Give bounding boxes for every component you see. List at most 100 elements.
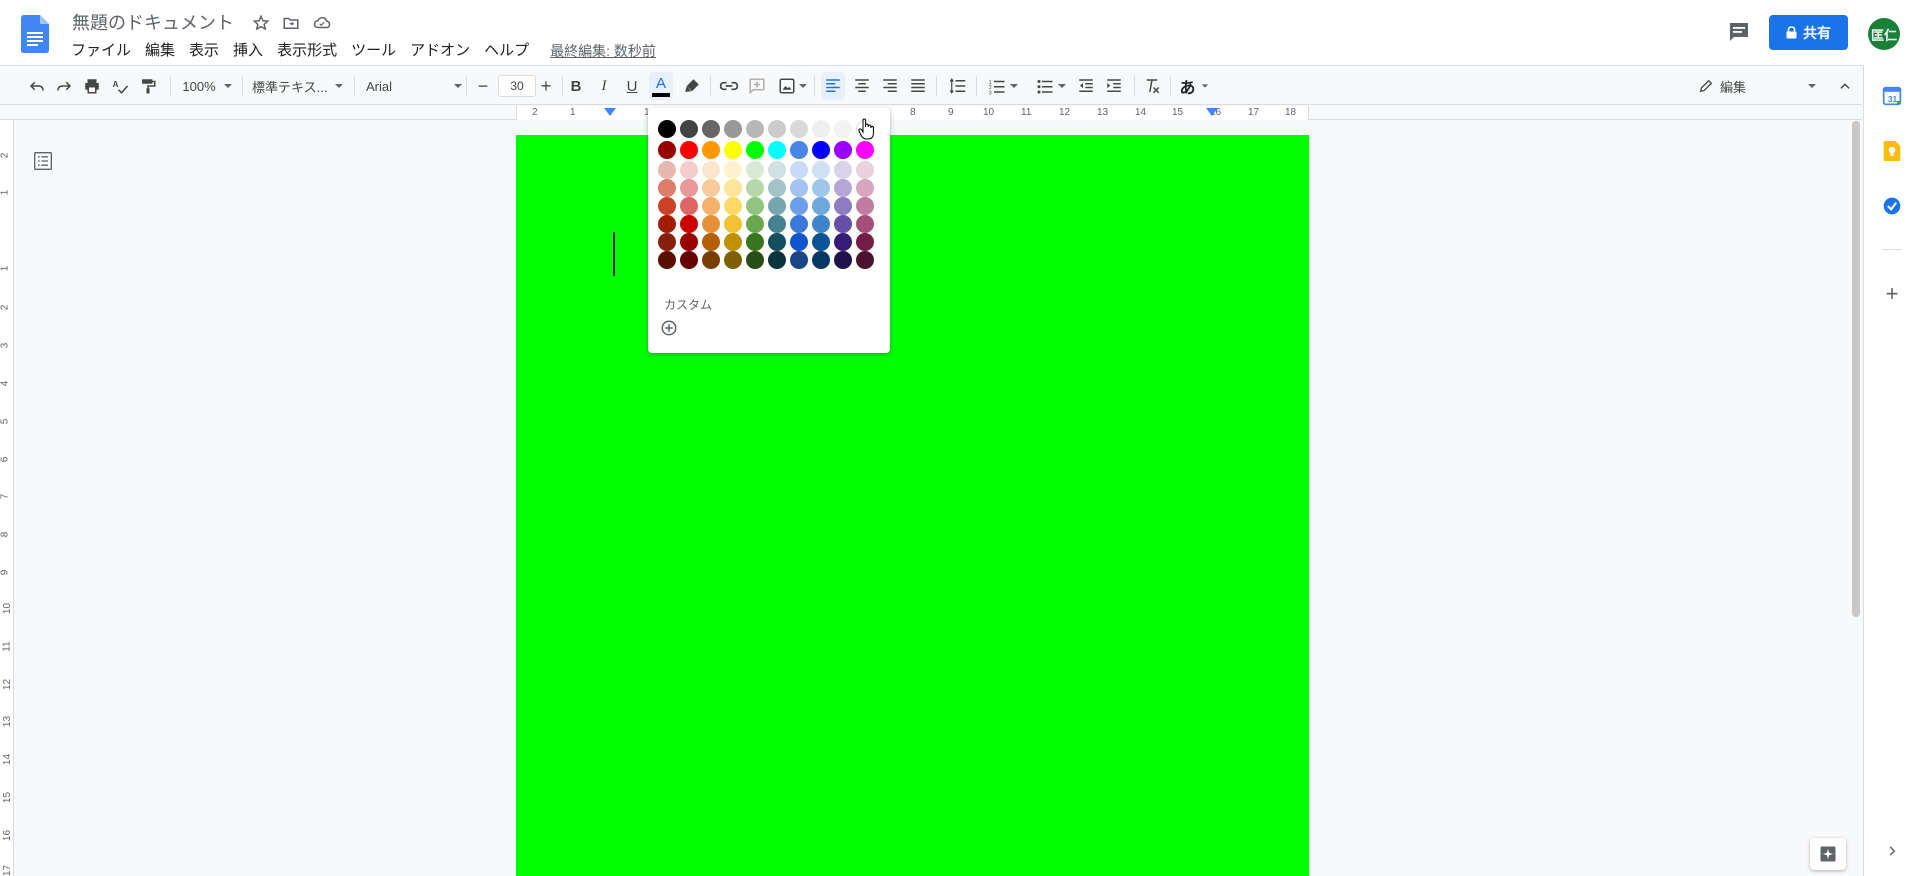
bold-button[interactable]: B [565,72,587,100]
color-swatch[interactable] [724,141,742,159]
color-swatch[interactable] [790,233,808,251]
keep-icon[interactable] [1881,140,1903,162]
numbered-list-icon[interactable]: 123 [984,72,1022,100]
text-color-button[interactable]: A [649,72,673,100]
color-swatch[interactable] [702,233,720,251]
color-swatch[interactable] [768,120,786,138]
add-custom-color-icon[interactable] [660,319,678,337]
color-swatch[interactable] [834,233,852,251]
color-swatch[interactable] [702,197,720,215]
color-swatch[interactable] [834,197,852,215]
color-swatch[interactable] [768,251,786,269]
color-swatch[interactable] [680,179,698,197]
menu-insert[interactable]: 挿入 [226,40,270,62]
color-swatch[interactable] [702,179,720,197]
expand-panel-icon[interactable] [1881,840,1903,862]
color-swatch[interactable] [724,161,742,179]
color-swatch[interactable] [768,233,786,251]
color-swatch[interactable] [812,251,830,269]
color-swatch[interactable] [834,251,852,269]
insert-image-icon[interactable] [776,72,808,100]
color-swatch[interactable] [768,179,786,197]
color-swatch[interactable] [724,120,742,138]
document-title[interactable]: 無題のドキュメント [72,11,234,35]
color-swatch[interactable] [856,197,874,215]
add-addon-icon[interactable]: + [1881,281,1903,306]
color-swatch[interactable] [856,215,874,233]
decrease-font-size-button[interactable]: − [472,72,494,100]
color-swatch[interactable] [790,215,808,233]
right-indent-marker-icon[interactable] [1206,108,1218,118]
align-left-icon[interactable] [821,72,845,100]
increase-indent-icon[interactable] [1102,72,1126,100]
color-swatch[interactable] [724,233,742,251]
color-swatch[interactable] [768,197,786,215]
color-swatch[interactable] [658,233,676,251]
color-swatch[interactable] [834,120,852,138]
undo-icon[interactable] [25,72,49,100]
align-center-icon[interactable] [850,72,874,100]
color-swatch[interactable] [856,161,874,179]
share-button[interactable]: 共有 [1769,15,1848,50]
color-swatch[interactable] [724,179,742,197]
explore-button[interactable] [1810,838,1846,870]
color-swatch[interactable] [658,141,676,159]
color-swatch[interactable] [702,251,720,269]
menu-format[interactable]: 表示形式 [270,40,344,62]
paragraph-style-select[interactable]: 標準テキス... [252,72,348,100]
menu-tools[interactable]: ツール [344,40,403,62]
color-swatch[interactable] [702,120,720,138]
color-swatch[interactable] [768,141,786,159]
color-swatch[interactable] [680,251,698,269]
underline-button[interactable]: U [621,72,643,100]
color-swatch[interactable] [812,120,830,138]
menu-help[interactable]: ヘルプ [477,40,536,62]
color-swatch[interactable] [746,197,764,215]
font-size-input[interactable]: 30 [498,75,536,97]
increase-font-size-button[interactable]: + [534,72,558,100]
align-justify-icon[interactable] [906,72,930,100]
last-edit-link[interactable]: 最終編集: 数秒前 [550,41,656,61]
color-swatch[interactable] [768,215,786,233]
color-swatch[interactable] [680,120,698,138]
print-icon[interactable] [80,72,104,100]
comment-history-icon[interactable] [1727,20,1751,44]
color-swatch[interactable] [790,161,808,179]
color-swatch[interactable] [680,215,698,233]
color-swatch[interactable] [790,179,808,197]
paint-format-icon[interactable] [136,72,160,100]
color-swatch[interactable] [680,233,698,251]
color-swatch[interactable] [680,197,698,215]
color-swatch[interactable] [658,179,676,197]
color-swatch[interactable] [658,161,676,179]
menu-edit[interactable]: 編集 [138,40,182,62]
clear-formatting-icon[interactable] [1140,72,1164,100]
calendar-icon[interactable]: 31 [1881,85,1903,107]
left-indent-marker-icon[interactable] [604,108,616,118]
color-swatch[interactable] [812,215,830,233]
star-icon[interactable] [251,13,271,33]
editing-mode-select[interactable]: 編集 [1698,72,1818,100]
color-swatch[interactable] [790,251,808,269]
color-swatch[interactable] [658,215,676,233]
color-swatch[interactable] [746,179,764,197]
color-swatch[interactable] [856,251,874,269]
color-swatch[interactable] [834,141,852,159]
input-tools-button[interactable]: あ [1176,72,1212,100]
color-swatch[interactable] [812,233,830,251]
color-swatch[interactable] [658,197,676,215]
move-folder-icon[interactable] [281,13,301,33]
color-swatch[interactable] [746,120,764,138]
color-swatch[interactable] [702,161,720,179]
redo-icon[interactable] [52,72,76,100]
color-swatch[interactable] [812,141,830,159]
menu-addons[interactable]: アドオン [403,40,477,62]
menu-file[interactable]: ファイル [64,40,138,62]
color-swatch[interactable] [834,215,852,233]
line-spacing-icon[interactable] [944,72,970,100]
color-swatch[interactable] [768,161,786,179]
highlight-color-icon[interactable] [680,72,704,100]
color-swatch[interactable] [834,179,852,197]
color-swatch[interactable] [658,251,676,269]
color-swatch[interactable] [746,233,764,251]
